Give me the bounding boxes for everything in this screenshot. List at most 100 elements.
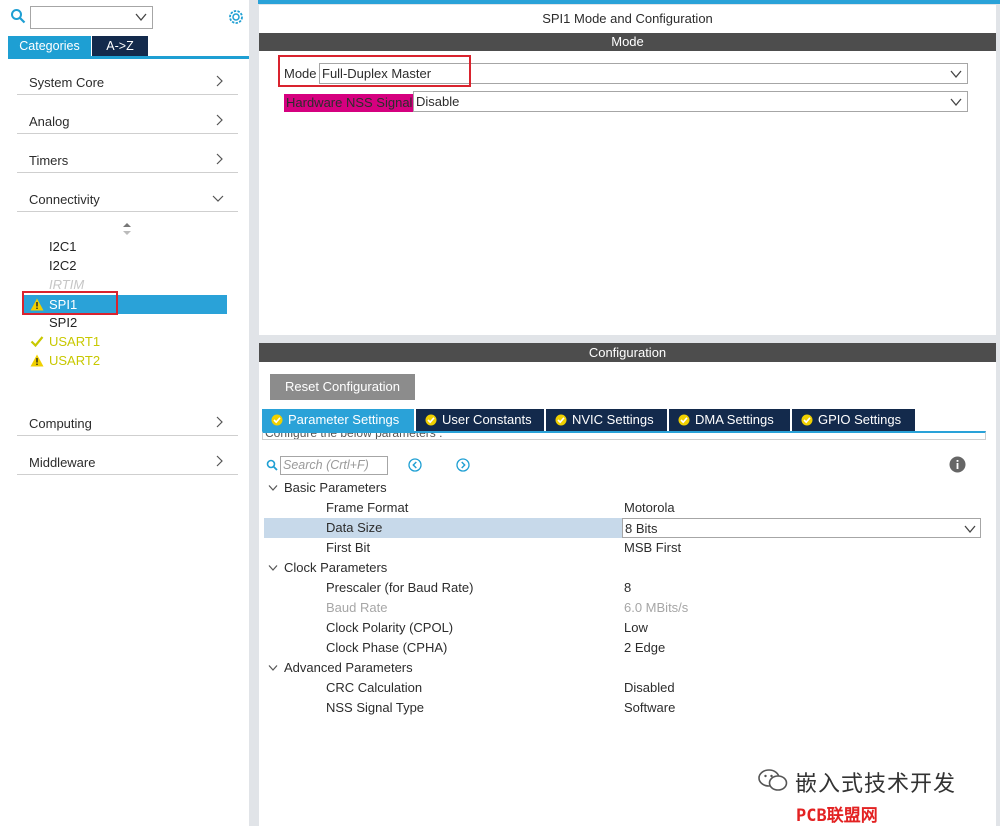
param-value: Software [624, 700, 676, 715]
param-name: Baud Rate [326, 600, 388, 615]
category-connectivity[interactable]: Connectivity [17, 188, 238, 212]
param-value: 6.0 MBits/s [624, 600, 689, 615]
tab-label: DMA Settings [695, 412, 774, 427]
search-placeholder: Search (Crtl+F) [283, 458, 369, 472]
param-row-prescaler[interactable]: Prescaler (for Baud Rate) 8 [264, 578, 981, 598]
category-label: Analog [29, 114, 70, 129]
param-row-cpol[interactable]: Clock Polarity (CPOL) Low [264, 618, 981, 638]
warning-icon [30, 354, 44, 367]
tab-label: GPIO Settings [818, 412, 902, 427]
tab-dma-settings[interactable]: DMA Settings [669, 409, 790, 431]
param-name: Data Size [326, 520, 383, 535]
watermark-title: 嵌入式技术开发 [795, 772, 957, 797]
mode-section-header: Mode [259, 33, 996, 51]
chevron-down-icon [964, 525, 976, 534]
category-middleware[interactable]: Middleware [17, 451, 238, 475]
param-value: Low [624, 620, 648, 635]
category-timers[interactable]: Timers [17, 149, 238, 173]
parameter-search-input[interactable]: Search (Crtl+F) [280, 456, 388, 475]
tab-gpio-settings[interactable]: GPIO Settings [792, 409, 915, 431]
gear-icon[interactable] [227, 8, 245, 26]
data-size-select[interactable]: 8 Bits [622, 518, 981, 538]
param-row-cpha[interactable]: Clock Phase (CPHA) 2 Edge [264, 638, 981, 658]
left-panel: Categories A->Z System Core Analog Timer… [0, 0, 252, 826]
highlight-box-spi1 [22, 291, 118, 315]
chevron-down-icon [950, 70, 962, 79]
peripheral-i2c2[interactable]: I2C2 [22, 256, 227, 275]
param-row-data-size[interactable]: Data Size 8 Bits [264, 518, 981, 538]
param-row-crc-calculation[interactable]: CRC Calculation Disabled [264, 678, 981, 698]
next-icon[interactable] [456, 458, 470, 472]
param-name: NSS Signal Type [326, 700, 425, 715]
group-clock-parameters[interactable]: Clock Parameters [264, 558, 981, 578]
tab-parameter-settings[interactable]: Parameter Settings [262, 409, 414, 431]
info-icon[interactable] [949, 456, 966, 473]
tab-label: NVIC Settings [572, 412, 654, 427]
peripheral-usart2[interactable]: USART2 [22, 351, 227, 370]
tab-nvic-settings[interactable]: NVIC Settings [546, 409, 667, 431]
chevron-right-icon [216, 455, 223, 467]
category-label: Connectivity [29, 192, 100, 207]
group-label: Basic Parameters [284, 480, 387, 495]
param-name: Frame Format [326, 500, 409, 515]
check-icon [30, 336, 44, 348]
peripheral-label: SPI2 [49, 315, 78, 330]
param-row-frame-format[interactable]: Frame Format Motorola [264, 498, 981, 518]
group-basic-parameters[interactable]: Basic Parameters [264, 478, 981, 498]
peripheral-spi2[interactable]: SPI2 [22, 313, 227, 332]
category-analog[interactable]: Analog [17, 110, 238, 134]
parameter-hint-text: Configure the below parameters : [265, 431, 443, 440]
category-computing[interactable]: Computing [17, 412, 238, 436]
previous-icon[interactable] [408, 458, 422, 472]
category-system-core[interactable]: System Core [17, 71, 238, 95]
chevron-down-icon [212, 195, 224, 202]
parameter-hint-bar: Configure the below parameters : [262, 431, 986, 440]
mode-pane: SPI1 Mode and Configuration Mode Mode Fu… [259, 5, 996, 335]
check-circle-icon [271, 414, 283, 426]
group-advanced-parameters[interactable]: Advanced Parameters [264, 658, 981, 678]
tab-user-constants[interactable]: User Constants [416, 409, 544, 431]
param-value: Motorola [624, 500, 675, 515]
param-row-baud-rate: Baud Rate 6.0 MBits/s [264, 598, 981, 618]
param-row-first-bit[interactable]: First Bit MSB First [264, 538, 981, 558]
peripheral-usart1[interactable]: USART1 [22, 332, 227, 351]
param-value: 2 Edge [624, 640, 666, 655]
category-label: Middleware [29, 455, 96, 470]
reset-configuration-button[interactable]: Reset Configuration [270, 374, 415, 400]
configuration-pane: Configuration Reset Configuration Parame… [259, 343, 996, 826]
tab-categories[interactable]: Categories [8, 36, 91, 56]
param-value: MSB First [624, 540, 682, 555]
group-label: Advanced Parameters [284, 660, 413, 675]
param-name: Clock Phase (CPHA) [326, 640, 448, 655]
tab-underline [8, 56, 249, 59]
top-accent-strip [258, 0, 1000, 4]
search-icon[interactable] [10, 8, 26, 24]
param-value: 8 Bits [625, 521, 658, 536]
nss-select-value: Disable [416, 94, 460, 109]
check-circle-icon [801, 414, 813, 426]
param-name: CRC Calculation [326, 680, 423, 695]
peripheral-i2c1[interactable]: I2C1 [22, 237, 227, 256]
search-combo[interactable] [30, 6, 153, 29]
sort-icon[interactable] [122, 222, 132, 236]
category-label: System Core [29, 75, 105, 90]
page-title: SPI1 Mode and Configuration [542, 11, 713, 26]
peripheral-label: I2C2 [49, 258, 77, 273]
check-circle-icon [425, 414, 437, 426]
category-label: Timers [29, 153, 69, 168]
param-value: Disabled [624, 680, 675, 695]
category-label: Computing [29, 416, 92, 431]
param-row-nss-signal-type[interactable]: NSS Signal Type Software [264, 698, 981, 718]
chevron-down-icon [268, 665, 278, 671]
tab-label: Parameter Settings [288, 412, 400, 427]
chevron-right-icon [216, 416, 223, 428]
chevron-down-icon [135, 13, 147, 22]
highlight-box-mode [278, 55, 471, 87]
chevron-down-icon [268, 485, 278, 491]
check-circle-icon [555, 414, 567, 426]
param-value: 8 [624, 580, 632, 595]
chevron-down-icon [268, 565, 278, 571]
chevron-down-icon [950, 98, 962, 107]
tab-a-z[interactable]: A->Z [92, 36, 148, 56]
nss-select[interactable]: Disable [413, 91, 968, 112]
